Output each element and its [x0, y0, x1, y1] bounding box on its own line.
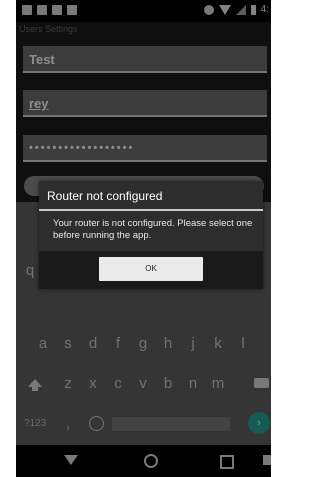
- ok-button[interactable]: OK: [99, 257, 203, 281]
- router-alert-dialog: Router not configured Your router is not…: [39, 181, 263, 289]
- dialog-divider: [39, 209, 263, 211]
- dialog-button-bar: OK: [39, 251, 263, 289]
- phone-screen: 4: Users Settings Test rey •••••••••••••…: [16, 0, 271, 477]
- dialog-title: Router not configured: [47, 189, 163, 203]
- dialog-message: Your router is not configured. Please se…: [53, 218, 253, 241]
